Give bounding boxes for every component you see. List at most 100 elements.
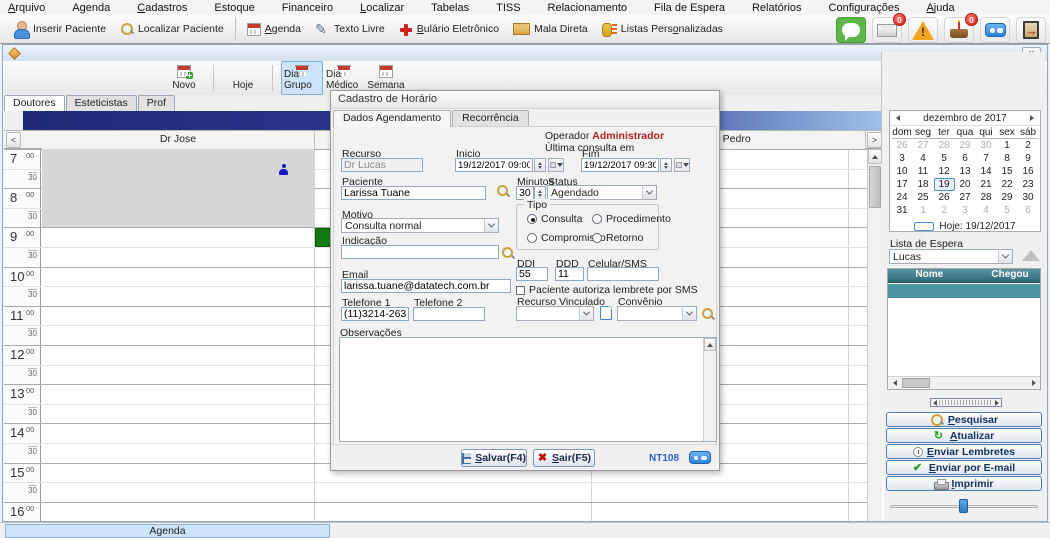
calendar-day[interactable]: 28	[934, 139, 955, 152]
telefone1-field[interactable]	[341, 307, 409, 321]
calendar-day[interactable]: 13	[955, 165, 976, 178]
button-atualizar[interactable]: Atualizar	[886, 428, 1042, 443]
radio-retorno[interactable]: Retorno	[592, 232, 643, 244]
calendar-day[interactable]: 5	[997, 204, 1018, 217]
paciente-search-icon[interactable]	[497, 185, 510, 198]
schedule-cell[interactable]	[42, 444, 315, 463]
menu-item-localizar[interactable]: Localizar	[360, 2, 404, 14]
grid-prev-button[interactable]: <	[6, 132, 21, 148]
paciente-field[interactable]	[341, 186, 486, 200]
menu-item-ajuda[interactable]: Ajuda	[926, 2, 954, 14]
menu-item-financeiro[interactable]: Financeiro	[282, 2, 333, 14]
new-document-icon[interactable]	[600, 306, 612, 320]
menu-item-cadastros[interactable]: Cadastros	[137, 2, 187, 14]
agenda-toolbar-dia-grupo[interactable]: Dia Grupo	[281, 61, 323, 95]
dialog-tab-recorrência[interactable]: Recorrência	[452, 110, 529, 127]
combo-arrow-icon[interactable]	[998, 250, 1012, 263]
dialog-tab-dados-agendamento[interactable]: Dados Agendamento	[333, 110, 451, 127]
ddi-field[interactable]	[516, 267, 548, 281]
calendar-day[interactable]: 30	[1018, 191, 1039, 204]
convenio-search-icon[interactable]	[702, 308, 715, 321]
inicio-field[interactable]	[455, 158, 533, 172]
menu-item-tiss[interactable]: TISS	[496, 2, 520, 14]
combo-arrow-icon[interactable]	[642, 186, 656, 199]
inicio-spinner[interactable]	[534, 158, 546, 172]
status-bar-agenda-tab[interactable]: Agenda	[5, 524, 330, 538]
radio-consulta[interactable]: Consulta	[527, 213, 582, 225]
calendar-day[interactable]: 6	[955, 152, 976, 165]
scroll-thumb[interactable]	[869, 166, 881, 208]
chat-icon-button[interactable]	[836, 17, 866, 43]
zoom-slider[interactable]	[890, 498, 1038, 514]
schedule-cell[interactable]	[42, 268, 315, 287]
indicacao-field[interactable]	[341, 245, 499, 259]
calendar-day[interactable]: 2	[1018, 139, 1039, 152]
email-field[interactable]	[341, 279, 511, 293]
agenda-toolbar-hoje[interactable]: Hoje	[222, 61, 264, 95]
scroll-left-icon[interactable]	[888, 377, 901, 389]
blocked-time-region[interactable]	[42, 149, 314, 227]
calendar-day[interactable]: 23	[1018, 178, 1039, 191]
wait-list-hscrollbar[interactable]	[888, 376, 1040, 389]
grid-next-button[interactable]: >	[867, 132, 882, 148]
schedule-cell[interactable]	[42, 464, 315, 483]
calendar-today-label[interactable]: Hoje: 19/12/2017	[939, 221, 1015, 232]
calendar-next-icon[interactable]	[1030, 115, 1034, 121]
calendar-day[interactable]: 3	[955, 204, 976, 217]
status-combo[interactable]: Agendado	[547, 185, 657, 200]
dialog-button-sairf5[interactable]: Sair(F5)	[533, 449, 595, 467]
scroll-right-icon[interactable]	[1027, 377, 1040, 389]
tab-esteticistas[interactable]: Esteticistas	[66, 95, 137, 111]
minutos-field[interactable]	[516, 186, 534, 200]
calendar-day[interactable]: 15	[997, 165, 1018, 178]
calendar-day[interactable]: 18	[913, 178, 934, 191]
slider-thumb[interactable]	[959, 499, 968, 513]
menu-item-relatórios[interactable]: Relatórios	[752, 2, 802, 14]
celular-field[interactable]	[587, 267, 659, 281]
toolbar-button-agenda[interactable]: Agenda	[240, 16, 308, 42]
calendar-day[interactable]: 27	[913, 139, 934, 152]
combo-arrow-icon[interactable]	[484, 219, 498, 232]
calendar-day-selected[interactable]: 19	[934, 178, 955, 191]
nt-chat-icon[interactable]	[689, 451, 711, 464]
inicio-datepicker-icon[interactable]	[548, 158, 564, 172]
calendar-day[interactable]: 31	[892, 204, 913, 217]
schedule-cell[interactable]	[42, 385, 315, 404]
calendar-day[interactable]: 1	[913, 204, 934, 217]
checkbox-icon[interactable]	[516, 286, 525, 295]
combo-arrow-icon[interactable]	[682, 307, 696, 320]
mini-scrollbar[interactable]	[930, 398, 1002, 407]
calendar-day[interactable]: 10	[892, 165, 913, 178]
toolbar-button-inserir-paciente[interactable]: Inserir Paciente	[6, 16, 113, 42]
toolbar-button-listas-personalizadas[interactable]: Listas Personalizadas	[595, 16, 730, 42]
calendar-day[interactable]: 3	[892, 152, 913, 165]
schedule-cell[interactable]	[42, 248, 315, 267]
menu-item-relacionamento[interactable]: Relacionamento	[548, 2, 628, 14]
calendar-day[interactable]: 24	[892, 191, 913, 204]
convenio-combo[interactable]	[617, 306, 697, 321]
calendar-day[interactable]: 29	[997, 191, 1018, 204]
calendar-day[interactable]: 16	[1018, 165, 1039, 178]
mail-notification-icon-button[interactable]: 0	[872, 17, 902, 43]
radio-icon[interactable]	[592, 233, 602, 243]
column-header-Dr Jose[interactable]: Dr Jose	[42, 131, 315, 149]
calendar-day[interactable]: 12	[934, 165, 955, 178]
button-enviar-lembretes[interactable]: Enviar Lembretes	[886, 444, 1042, 459]
time-row-16-00[interactable]: 1600	[4, 502, 867, 521]
fim-spinner[interactable]	[660, 158, 672, 172]
schedule-cell[interactable]	[315, 503, 592, 521]
calendar-day[interactable]: 14	[976, 165, 997, 178]
calendar-day[interactable]: 1	[997, 139, 1018, 152]
calendar-day[interactable]: 26	[934, 191, 955, 204]
dialog-button-salvarf4[interactable]: Salvar(F4)	[461, 449, 527, 467]
calendar-day[interactable]: 5	[934, 152, 955, 165]
calendar-day[interactable]: 2	[934, 204, 955, 217]
toolbar-button-bulário-eletrônico[interactable]: Bulário Eletrônico	[392, 16, 506, 42]
calendar-day[interactable]: 20	[955, 178, 976, 191]
indicacao-search-icon[interactable]	[502, 247, 515, 260]
calendar-day[interactable]: 6	[1018, 204, 1039, 217]
menu-item-agenda[interactable]: Agenda	[72, 2, 110, 14]
radio-icon[interactable]	[527, 214, 537, 224]
combo-arrow-icon[interactable]	[579, 307, 593, 320]
schedule-cell[interactable]	[42, 287, 315, 306]
